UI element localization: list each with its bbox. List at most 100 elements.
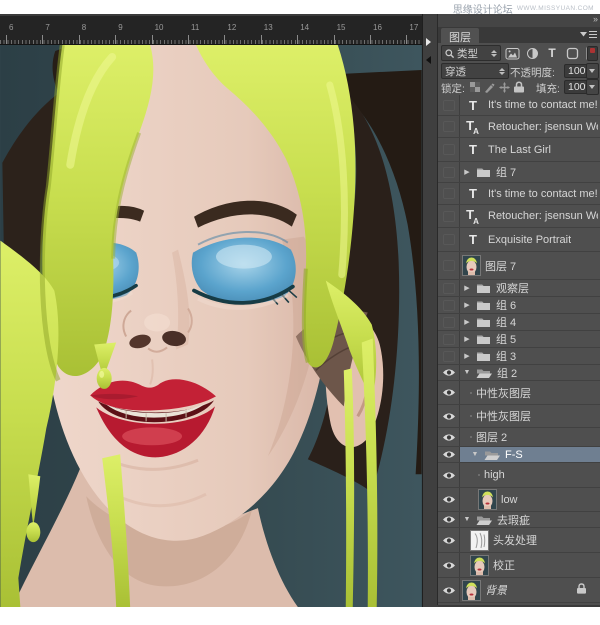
lock-paint-icon[interactable] <box>484 82 495 93</box>
panel-divider[interactable] <box>422 14 438 607</box>
visibility-toggle[interactable] <box>438 205 460 227</box>
group-collapsed-icon[interactable]: ▶ <box>463 352 471 360</box>
layer-row[interactable]: low <box>438 488 600 512</box>
layer-row[interactable]: TARetoucher: jsensun Wech... <box>438 116 600 138</box>
layer-row[interactable]: TIt's time to contact me! <box>438 95 600 116</box>
type-layer-thumbnail[interactable]: T <box>463 98 483 113</box>
visibility-toggle[interactable] <box>438 297 460 313</box>
layer-row-body[interactable]: 头发处理 <box>460 528 600 552</box>
lock-all-icon[interactable] <box>514 81 524 93</box>
layer-row-body[interactable]: ▶组 7 <box>460 162 600 182</box>
type-layer-thumbnail[interactable]: T <box>463 232 483 247</box>
lock-position-icon[interactable] <box>499 82 510 93</box>
horizontal-ruler[interactable]: 67891011121314151617 <box>0 16 424 45</box>
layer-row-body[interactable]: ▼去瑕疵 <box>460 512 600 527</box>
blend-mode-dropdown[interactable]: 穿透 <box>441 63 509 79</box>
group-expanded-icon[interactable]: ▼ <box>463 369 471 376</box>
layer-thumbnail[interactable] <box>463 256 480 275</box>
layer-row[interactable]: 头发处理 <box>438 528 600 553</box>
layer-row[interactable]: TARetoucher: jsensun Wech... <box>438 205 600 228</box>
layer-row[interactable]: 图层 2 <box>438 428 600 447</box>
type-layer-styled-thumbnail[interactable]: TA <box>463 207 483 225</box>
visibility-toggle[interactable] <box>438 447 460 462</box>
visibility-toggle[interactable] <box>438 116 460 137</box>
layer-row-body[interactable]: ▶观察层 <box>460 280 600 296</box>
layer-row-body[interactable]: high <box>460 463 600 487</box>
layer-row[interactable]: ▼组 2 <box>438 365 600 381</box>
filter-kind-dropdown[interactable]: 类型 <box>441 45 501 61</box>
filter-switch-icon[interactable] <box>587 46 598 61</box>
layer-row-body[interactable]: ▶组 5 <box>460 331 600 347</box>
layer-row-body[interactable]: 中性灰图层 <box>460 381 600 404</box>
lock-transparency-icon[interactable] <box>470 82 480 92</box>
visibility-toggle[interactable] <box>438 95 460 115</box>
layer-row-body[interactable]: 校正 <box>460 553 600 577</box>
visibility-toggle[interactable] <box>438 578 460 602</box>
visibility-toggle[interactable] <box>438 512 460 527</box>
layer-row[interactable]: 背景 <box>438 578 600 603</box>
group-expanded-icon[interactable]: ▼ <box>471 451 479 458</box>
group-expanded-icon[interactable]: ▼ <box>463 516 471 523</box>
layer-thumbnail[interactable] <box>471 531 488 550</box>
layer-row[interactable]: 图层 7 <box>438 252 600 280</box>
layer-row[interactable]: 中性灰图层 <box>438 381 600 405</box>
group-collapsed-icon[interactable]: ▶ <box>463 284 471 292</box>
group-collapsed-icon[interactable]: ▶ <box>463 318 471 326</box>
layer-row-body[interactable]: TIt's time to contact me! ... <box>460 183 600 204</box>
group-collapsed-icon[interactable]: ▶ <box>463 335 471 343</box>
visibility-toggle[interactable] <box>438 365 460 380</box>
visibility-toggle[interactable] <box>438 381 460 404</box>
layer-row[interactable]: ▶组 3 <box>438 348 600 365</box>
type-layer-styled-thumbnail[interactable]: TA <box>463 118 483 136</box>
layer-row-body[interactable]: 图层 7 <box>460 252 600 279</box>
visibility-toggle[interactable] <box>438 463 460 487</box>
layer-row-body[interactable]: low <box>460 488 600 511</box>
layer-row-body[interactable]: ▶组 6 <box>460 297 600 313</box>
layer-row-body[interactable]: ▶组 4 <box>460 314 600 330</box>
layer-row[interactable]: ▶观察层 <box>438 280 600 297</box>
group-collapsed-icon[interactable]: ▶ <box>463 168 471 176</box>
layer-row[interactable]: TIt's time to contact me! ... <box>438 183 600 205</box>
layer-row-body[interactable]: ▼组 2 <box>460 365 600 380</box>
layer-row-body[interactable]: TExquisite Portrait <box>460 228 600 251</box>
layer-row[interactable]: 中性灰图层 <box>438 405 600 428</box>
visibility-toggle[interactable] <box>438 138 460 161</box>
visibility-toggle[interactable] <box>438 314 460 330</box>
layer-row[interactable]: ▼去瑕疵 <box>438 512 600 528</box>
layer-row[interactable]: ▶组 4 <box>438 314 600 331</box>
type-layers-icon[interactable]: T <box>544 46 560 60</box>
layer-row[interactable]: ▶组 6 <box>438 297 600 314</box>
shape-layers-icon[interactable] <box>564 46 580 60</box>
visibility-toggle[interactable] <box>438 331 460 347</box>
visibility-toggle[interactable] <box>438 488 460 511</box>
pixel-layers-icon[interactable] <box>504 46 520 60</box>
visibility-toggle[interactable] <box>438 252 460 279</box>
layer-row-body[interactable]: 图层 2 <box>460 428 600 446</box>
layer-row-body[interactable]: 背景 <box>460 578 600 602</box>
adjustment-layers-icon[interactable] <box>524 46 540 60</box>
layer-row-body[interactable]: TARetoucher: jsensun Wech... <box>460 205 600 227</box>
layer-row-body[interactable]: TThe Last Girl <box>460 138 600 161</box>
visibility-toggle[interactable] <box>438 348 460 364</box>
layer-row[interactable]: 校正 <box>438 553 600 578</box>
visibility-toggle[interactable] <box>438 280 460 296</box>
layer-row-body[interactable]: ▶组 3 <box>460 348 600 364</box>
layer-thumbnail[interactable] <box>471 556 488 575</box>
group-collapsed-icon[interactable]: ▶ <box>463 301 471 309</box>
visibility-toggle[interactable] <box>438 553 460 577</box>
layer-row[interactable]: high <box>438 463 600 488</box>
collapse-panels-icon[interactable]: ›› <box>593 14 597 24</box>
document-canvas[interactable] <box>0 45 422 607</box>
visibility-toggle[interactable] <box>438 405 460 427</box>
opacity-dropdown-button[interactable] <box>586 63 599 79</box>
layer-row-body[interactable]: ▼F-S <box>460 447 600 462</box>
layer-row[interactable]: TExquisite Portrait <box>438 228 600 252</box>
layer-row[interactable]: TThe Last Girl <box>438 138 600 162</box>
layer-thumbnail[interactable] <box>479 490 496 509</box>
layer-row-body[interactable]: 中性灰图层 <box>460 405 600 427</box>
layer-list[interactable]: TIt's time to contact me!TARetoucher: js… <box>438 95 600 603</box>
layer-row[interactable]: ▼F-S <box>438 447 600 463</box>
visibility-toggle[interactable] <box>438 528 460 552</box>
visibility-toggle[interactable] <box>438 162 460 182</box>
panel-menu-icon[interactable] <box>579 30 597 43</box>
